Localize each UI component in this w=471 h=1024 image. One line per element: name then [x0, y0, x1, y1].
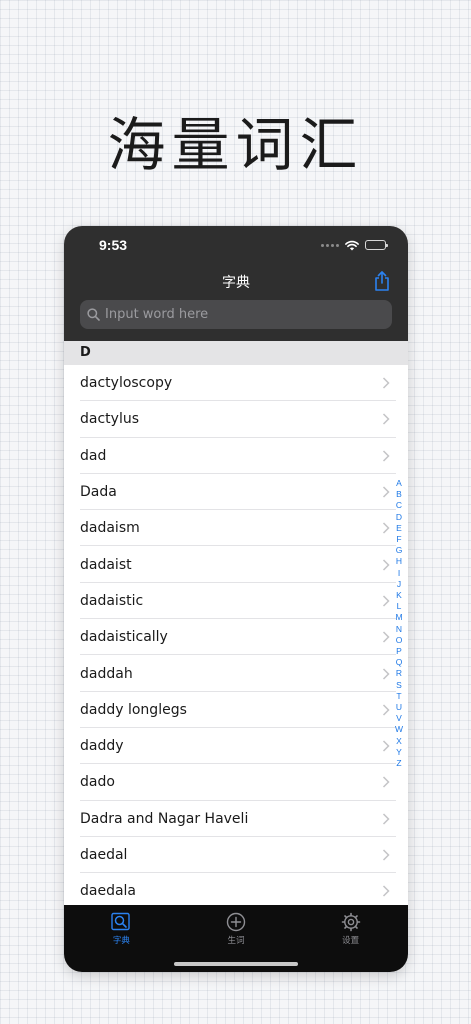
status-icons	[321, 239, 388, 251]
tab-dictionary[interactable]: 字典	[64, 905, 179, 972]
chevron-right-icon	[382, 522, 390, 534]
index-letter[interactable]: B	[396, 489, 402, 500]
tab-label: 字典	[112, 936, 130, 946]
word-label: daddy longlegs	[80, 701, 187, 718]
word-label: Dada	[80, 484, 117, 501]
index-letter[interactable]: G	[396, 545, 403, 556]
status-time: 9:53	[99, 237, 128, 253]
chevron-right-icon	[382, 813, 390, 825]
index-letter[interactable]: M	[395, 612, 402, 623]
index-letter[interactable]: H	[396, 556, 402, 567]
chevron-right-icon	[382, 849, 390, 861]
index-letter[interactable]: Z	[396, 758, 401, 769]
tab-label: 设置	[342, 936, 360, 946]
promo-headline: 海量词汇	[107, 111, 364, 179]
battery-icon	[365, 240, 388, 250]
share-icon	[375, 271, 389, 291]
index-letter[interactable]: L	[397, 601, 402, 612]
word-label: dadaism	[80, 520, 140, 537]
chevron-right-icon	[382, 413, 390, 425]
index-letter[interactable]: X	[396, 736, 402, 747]
section-header: D	[64, 341, 408, 365]
index-letter[interactable]: O	[396, 635, 403, 646]
word-row[interactable]: dactylus	[64, 401, 408, 438]
word-row[interactable]: dactyloscopy	[64, 365, 408, 402]
word-label: daddy	[80, 738, 124, 755]
word-label: dadaistic	[80, 592, 144, 609]
top-bar: 9:53 字典	[64, 226, 408, 341]
word-row[interactable]: dadaistically	[64, 619, 408, 656]
word-row[interactable]: dado	[64, 764, 408, 801]
word-row[interactable]: Dadra and Nagar Haveli	[64, 801, 408, 838]
word-row[interactable]: dadaism	[64, 510, 408, 547]
chevron-right-icon	[382, 776, 390, 788]
word-label: dado	[80, 774, 115, 791]
alphabet-index[interactable]: A B C D E F G H I J K L M N O P Q R S T …	[393, 478, 405, 769]
index-letter[interactable]: T	[396, 691, 401, 702]
word-label: dad	[80, 447, 107, 464]
search-bar[interactable]	[80, 300, 392, 329]
index-letter[interactable]: K	[396, 590, 402, 601]
index-letter[interactable]: R	[396, 668, 402, 679]
dictionary-icon	[111, 912, 131, 931]
tab-settings[interactable]: 设置	[293, 905, 408, 972]
chevron-right-icon	[382, 377, 390, 389]
index-letter[interactable]: N	[396, 624, 402, 635]
search-input[interactable]	[105, 307, 385, 322]
index-letter[interactable]: S	[396, 680, 402, 691]
word-label: dadaist	[80, 556, 132, 573]
index-letter[interactable]: W	[395, 724, 403, 735]
word-label: dadaistically	[80, 629, 168, 646]
chevron-right-icon	[382, 595, 390, 607]
chevron-right-icon	[382, 667, 390, 680]
index-letter[interactable]: V	[396, 713, 402, 724]
word-label: daedala	[80, 883, 137, 900]
chevron-right-icon	[382, 885, 390, 897]
index-letter[interactable]: Q	[396, 657, 403, 668]
home-indicator[interactable]	[174, 962, 298, 966]
page-title: 字典	[222, 275, 250, 291]
search-icon	[87, 308, 100, 321]
chevron-right-icon	[382, 631, 390, 643]
word-list: dactyloscopy dactylus dad Dada dadaism d…	[64, 365, 408, 909]
word-row[interactable]: dad	[64, 438, 408, 475]
plus-circle-icon	[226, 912, 246, 932]
chevron-right-icon	[382, 486, 390, 498]
word-label: dactyloscopy	[80, 375, 173, 392]
chevron-right-icon	[382, 450, 390, 462]
tab-bar: 字典 生词 设置	[64, 905, 408, 972]
index-letter[interactable]: D	[396, 512, 402, 523]
index-letter[interactable]: E	[396, 523, 402, 534]
index-letter[interactable]: I	[398, 568, 400, 579]
word-row[interactable]: daedal	[64, 837, 408, 874]
index-letter[interactable]: J	[397, 579, 401, 590]
index-letter[interactable]: C	[396, 500, 402, 511]
word-label: Dadra and Nagar Haveli	[80, 810, 249, 827]
chevron-right-icon	[382, 740, 390, 752]
word-row[interactable]: daddy	[64, 728, 408, 765]
cellular-signal-icon	[321, 243, 339, 247]
index-letter[interactable]: F	[396, 534, 401, 545]
chevron-right-icon	[382, 704, 390, 716]
word-row[interactable]: dadaist	[64, 546, 408, 584]
wifi-icon	[345, 240, 359, 250]
gear-icon	[341, 912, 360, 932]
word-row[interactable]: dadaistic	[64, 583, 408, 620]
tab-label: 生词	[227, 936, 245, 946]
word-label: dactylus	[80, 411, 139, 428]
word-row[interactable]: daddah	[64, 655, 408, 692]
word-row[interactable]: Dada	[64, 474, 408, 511]
index-letter[interactable]: P	[396, 646, 402, 657]
word-label: daedal	[80, 847, 128, 863]
phone-screen: 9:53 字典 Input word here D dactyloscopy d…	[64, 226, 408, 972]
share-button[interactable]	[372, 270, 392, 292]
word-row[interactable]: daedala	[64, 873, 408, 909]
index-letter[interactable]: U	[396, 702, 402, 713]
word-row[interactable]: daddy longlegs	[64, 692, 408, 729]
index-letter[interactable]: Y	[396, 747, 402, 758]
chevron-right-icon	[382, 559, 390, 571]
word-label: daddah	[80, 665, 133, 682]
index-letter[interactable]: A	[396, 478, 402, 489]
